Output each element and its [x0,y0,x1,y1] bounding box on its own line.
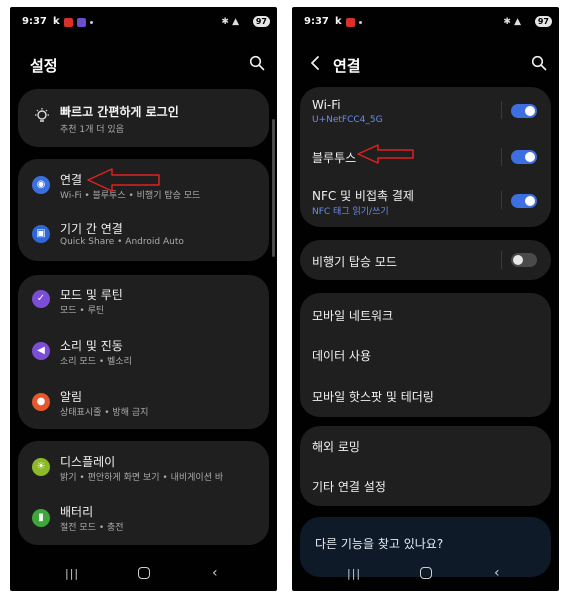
status-bar: 9:37 k ✱ ▲ 97 [10,15,277,31]
menu-item-modes-routines[interactable]: ✓ 모드 및 루틴 모드 • 루틴 [18,275,269,326]
list-item-data-usage[interactable]: 데이터 사용 [300,334,551,375]
home-icon[interactable] [138,567,150,579]
nfc-title: NFC 및 비접촉 결제 [312,189,414,203]
recent-apps-icon[interactable]: ||| [65,567,79,580]
scrollbar[interactable] [272,119,275,257]
menu-item-title: 배터리 [60,505,94,519]
network-group: 모바일 네트워크 데이터 사용 모바일 핫스팟 및 테더링 [300,293,551,417]
menu-item-title: 알림 [60,390,83,404]
navigation-bar: ||| ‹ [10,565,277,581]
menu-item-notifications[interactable]: ● 알림 상태표시줄 • 방해 금지 [18,377,269,429]
wifi-signal-icon: ✱ ▲ [503,17,521,27]
list-item-title: 해외 로밍 [312,440,360,454]
battery-indicator: 97 [534,16,552,27]
wifi-network-name: U+NetFCC4_5G [312,115,383,125]
airplane-mode-title: 비행기 탑승 모드 [312,255,397,269]
divider [501,148,502,166]
login-title: 빠르고 간편하게 로그인 [60,105,179,119]
status-k: k [53,16,60,27]
back-nav-icon[interactable]: ‹ [494,565,500,581]
battery-icon: ▮ [32,509,50,527]
annotation-arrow [87,168,160,192]
devices-icon: ▣ [32,225,50,243]
list-item-more-connection-settings[interactable]: 기타 연결 설정 [300,466,551,506]
brightness-icon: ☀ [32,458,50,476]
divider [501,251,502,269]
menu-item-connected-devices[interactable]: ▣ 기기 간 연결 Quick Share • Android Auto [18,210,269,261]
nfc-row[interactable]: NFC 및 비접촉 결제 NFC 태그 읽기/쓰기 [300,179,551,227]
menu-item-title: 기기 간 연결 [60,222,123,236]
page-title: 설정 [30,57,58,75]
menu-item-title: 소리 및 진동 [60,339,123,353]
menu-item-title: 디스플레이 [60,455,116,469]
menu-item-subtitle: 절전 모드 • 충전 [60,523,124,533]
connections-screen: 9:37 k ✱ ▲ 97 연결 Wi-Fi U+NetFCC4_5G 블루투스… [292,7,559,591]
menu-item-subtitle: Quick Share • Android Auto [60,237,184,247]
battery-indicator: 97 [252,16,270,27]
wifi-icon: ◉ [32,176,50,194]
home-icon[interactable] [420,567,432,579]
status-time: 9:37 [22,16,47,27]
search-icon[interactable] [531,55,547,71]
status-bar: 9:37 k ✱ ▲ 97 [292,15,559,31]
hint-title: 다른 기능을 찾고 있나요? [315,537,444,551]
menu-item-battery[interactable]: ▮ 배터리 절전 모드 • 충전 [18,493,269,545]
bell-icon: ● [32,393,50,411]
bluetooth-row[interactable]: 블루투스 [300,135,551,179]
divider [501,101,502,119]
list-item-roaming[interactable]: 해외 로밍 [300,426,551,466]
notification-icon-purple [77,18,86,27]
notification-icon-red [64,18,73,27]
menu-item-title: 연결 [60,173,83,187]
navigation-bar: ||| ‹ [292,565,559,581]
settings-screen: 9:37 k ✱ ▲ 97 설정 빠르고 간편하게 로그인 추천 1개 더 있음… [10,7,277,591]
list-item-title: 데이터 사용 [312,349,372,363]
modes-sound-group: ✓ 모드 및 루틴 모드 • 루틴 ◀ 소리 및 진동 소리 모드 • 벨소리 … [18,275,269,429]
routines-icon: ✓ [32,290,50,308]
wifi-toggle[interactable] [511,104,537,118]
volume-icon: ◀ [32,342,50,360]
annotation-arrow [357,144,414,164]
nfc-toggle[interactable] [511,194,537,208]
list-item-title: 기타 연결 설정 [312,480,386,494]
notification-icon-red [346,18,355,27]
back-nav-icon[interactable]: ‹ [212,565,218,581]
recent-apps-icon[interactable]: ||| [347,567,361,580]
airplane-mode-toggle[interactable] [511,253,537,267]
menu-item-title: 모드 및 루틴 [60,288,123,302]
wifi-row[interactable]: Wi-Fi U+NetFCC4_5G [300,87,551,135]
menu-item-subtitle: 모드 • 루틴 [60,306,105,316]
bluetooth-title: 블루투스 [312,151,357,165]
list-item-title: 모바일 네트워크 [312,309,394,323]
divider [501,191,502,209]
nfc-subtitle: NFC 태그 읽기/쓰기 [312,207,389,217]
menu-item-subtitle: 상태표시줄 • 방해 금지 [60,408,149,418]
menu-item-sound-vibration[interactable]: ◀ 소리 및 진동 소리 모드 • 벨소리 [18,326,269,377]
bluetooth-toggle[interactable] [511,150,537,164]
login-subtitle: 추천 1개 더 있음 [60,125,124,135]
more-notifications-icon [359,21,362,24]
menu-item-subtitle: 소리 모드 • 벨소리 [60,357,132,367]
menu-item-subtitle: 밝기 • 편안하게 화면 보기 • 내비게이션 바 [60,473,224,483]
list-item-hotspot[interactable]: 모바일 핫스팟 및 테더링 [300,375,551,417]
airplane-mode-card[interactable]: 비행기 탑승 모드 [300,240,551,280]
back-arrow-icon[interactable] [309,55,321,71]
more-notifications-icon [90,21,93,24]
wifi-title: Wi-Fi [312,98,341,112]
wifi-signal-icon: ✱ ▲ [221,17,239,27]
more-settings-group: 해외 로밍 기타 연결 설정 [300,426,551,506]
lightbulb-icon [35,108,49,122]
wireless-group: Wi-Fi U+NetFCC4_5G 블루투스 NFC 및 비접촉 결제 NFC… [300,87,551,227]
list-item-mobile-network[interactable]: 모바일 네트워크 [300,293,551,334]
display-battery-group: ☀ 디스플레이 밝기 • 편안하게 화면 보기 • 내비게이션 바 ▮ 배터리 … [18,441,269,545]
search-icon[interactable] [249,55,265,71]
status-time: 9:37 [304,16,329,27]
menu-item-display[interactable]: ☀ 디스플레이 밝기 • 편안하게 화면 보기 • 내비게이션 바 [18,441,269,493]
list-item-title: 모바일 핫스팟 및 테더링 [312,390,434,404]
status-k: k [335,16,342,27]
page-title: 연결 [333,57,361,75]
login-card[interactable]: 빠르고 간편하게 로그인 추천 1개 더 있음 [18,89,269,147]
